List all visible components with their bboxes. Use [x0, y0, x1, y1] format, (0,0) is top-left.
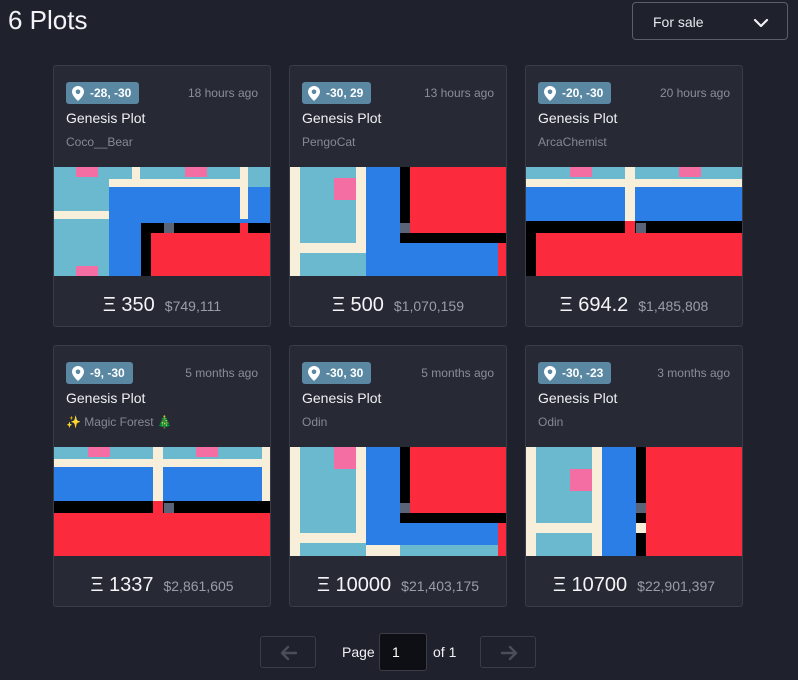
previous-page-button[interactable] [260, 636, 316, 668]
coordinates-text: -20, -30 [562, 86, 604, 100]
owner-name[interactable]: PengoCat [302, 135, 355, 149]
coordinates-badge: -30, 30 [302, 362, 372, 384]
plot-card[interactable]: -9, -30 5 months ago Genesis Plot ✨ Magi… [53, 345, 271, 607]
price-eth: Ξ 10700 [552, 574, 628, 596]
plot-name: Genesis Plot [302, 390, 382, 406]
plot-map-image [290, 447, 506, 556]
coordinates-text: -9, -30 [90, 366, 125, 380]
price-eth: Ξ 10000 [316, 574, 392, 596]
coordinates-text: -30, 29 [326, 86, 364, 100]
plot-map-image [290, 167, 506, 276]
coordinates-badge: -9, -30 [66, 362, 133, 384]
price-usd: $22,901,397 [637, 578, 716, 594]
plot-card[interactable]: -30, -23 3 months ago Genesis Plot Odin … [525, 345, 743, 607]
plot-name: Genesis Plot [66, 110, 146, 126]
coordinates-text: -30, 30 [326, 366, 364, 380]
price-eth: Ξ 500 [331, 294, 384, 316]
coordinates-badge: -28, -30 [66, 82, 140, 104]
plot-name: Genesis Plot [66, 390, 146, 406]
owner-name[interactable]: ✨ Magic Forest 🎄 [66, 415, 172, 429]
price-eth: Ξ 1337 [90, 574, 154, 596]
sale-filter-value: For sale [653, 14, 704, 30]
owner-name[interactable]: ArcaChemist [538, 135, 607, 149]
listed-time: 5 months ago [421, 366, 494, 380]
total-pages-label: of 1 [433, 644, 457, 660]
coordinates-badge: -30, 29 [302, 82, 372, 104]
next-page-button[interactable] [480, 636, 536, 668]
map-pin-icon [72, 85, 84, 101]
price-usd: $1,485,808 [638, 298, 709, 314]
plot-name: Genesis Plot [538, 390, 618, 406]
plot-card[interactable]: -20, -30 20 hours ago Genesis Plot ArcaC… [525, 65, 743, 327]
plot-map-image [54, 447, 270, 556]
plot-card[interactable]: -30, 30 5 months ago Genesis Plot Odin Ξ… [289, 345, 507, 607]
price-eth: Ξ 694.2 [559, 294, 629, 316]
map-pin-icon [72, 365, 84, 381]
plot-map-image [54, 167, 270, 276]
plot-card[interactable]: -30, 29 13 hours ago Genesis Plot PengoC… [289, 65, 507, 327]
arrow-left-icon [280, 645, 298, 661]
plot-map-image [526, 447, 742, 556]
coordinates-text: -30, -23 [562, 366, 604, 380]
map-pin-icon [544, 85, 556, 101]
price-usd: $2,861,605 [163, 578, 234, 594]
listed-time: 5 months ago [185, 366, 258, 380]
plot-name: Genesis Plot [302, 110, 382, 126]
listed-time: 3 months ago [657, 366, 730, 380]
page-label: Page [342, 644, 375, 660]
owner-name[interactable]: Odin [538, 415, 563, 429]
listed-time: 18 hours ago [187, 86, 258, 100]
map-pin-icon [308, 85, 320, 101]
coordinates-badge: -20, -30 [538, 82, 612, 104]
plot-map-image [526, 167, 742, 276]
owner-name[interactable]: Coco__Bear [66, 135, 133, 149]
pagination: Page of 1 [0, 632, 798, 672]
price-usd: $21,403,175 [401, 578, 480, 594]
owner-name[interactable]: Odin [302, 415, 327, 429]
coordinates-text: -28, -30 [90, 86, 132, 100]
map-pin-icon [544, 365, 556, 381]
arrow-right-icon [500, 645, 518, 661]
listed-time: 20 hours ago [659, 86, 730, 100]
page-number-input[interactable] [379, 633, 427, 671]
plot-card[interactable]: -28, -30 18 hours ago Genesis Plot Coco_… [53, 65, 271, 327]
price-eth: Ξ 350 [102, 294, 155, 316]
price-usd: $1,070,159 [393, 298, 464, 314]
map-pin-icon [308, 365, 320, 381]
sale-filter-dropdown[interactable]: For sale [632, 2, 788, 40]
page-title: 6 Plots [8, 5, 88, 35]
chevron-down-icon [753, 18, 769, 28]
coordinates-badge: -30, -23 [538, 362, 612, 384]
plot-name: Genesis Plot [538, 110, 618, 126]
price-usd: $749,111 [164, 298, 222, 314]
listed-time: 13 hours ago [423, 86, 494, 100]
